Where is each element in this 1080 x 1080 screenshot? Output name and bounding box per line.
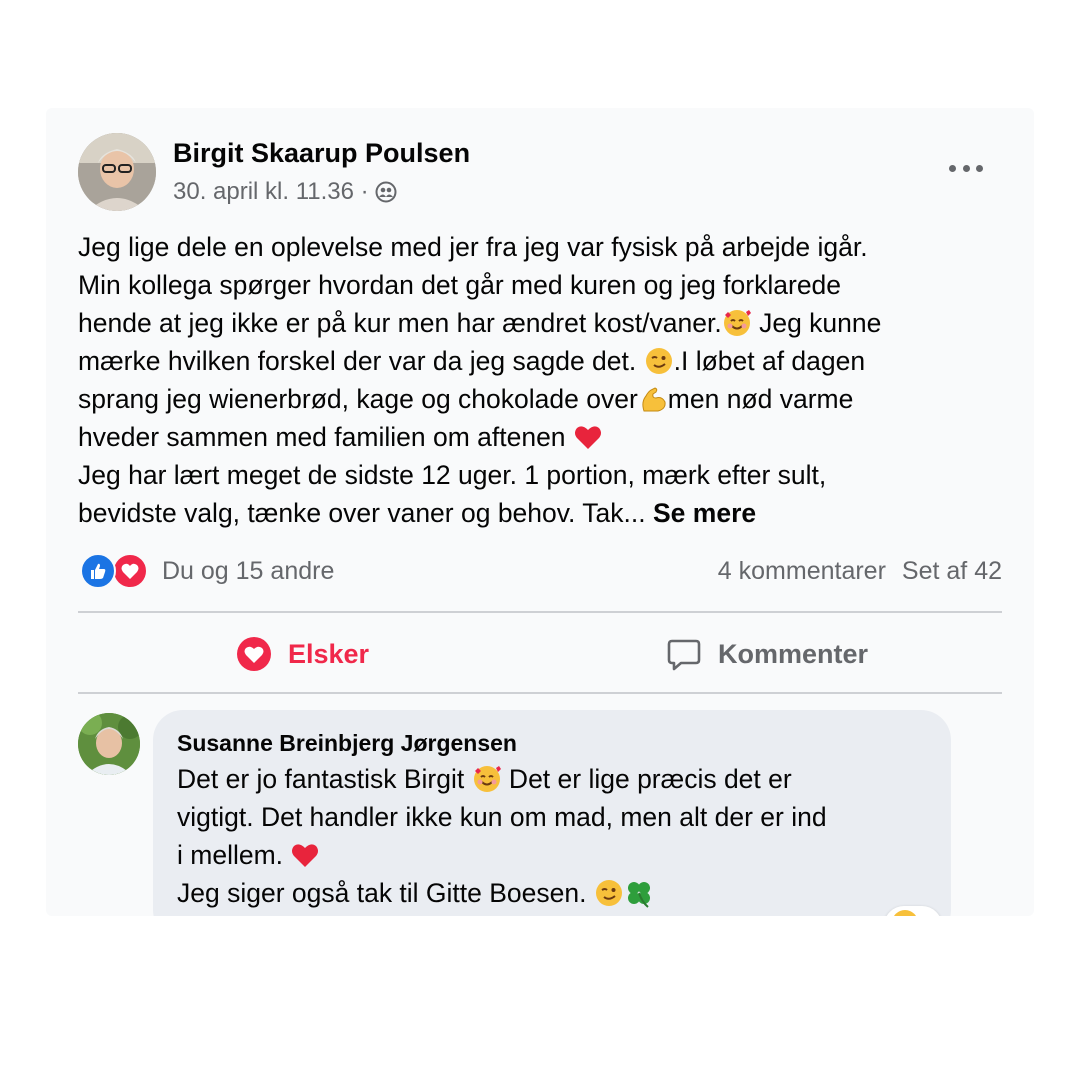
commenter-name[interactable]: Susanne Breinbjerg Jørgensen (177, 730, 517, 757)
post-text: bevidste valg, tænke over vaner og behov… (78, 498, 653, 528)
comment-text: Det er jo fantastisk Birgit Det er lige … (177, 760, 937, 912)
comment-line: vigtigt. Det handler ikke kun om mad, me… (177, 802, 827, 832)
post-line: Jeg har lært meget de sidste 12 uger. 1 … (78, 460, 827, 490)
comment-button[interactable]: Kommenter (666, 632, 868, 676)
comment-line: i mellem. (177, 836, 937, 874)
post-text: hende at jeg ikke er på kur men har ændr… (78, 308, 722, 338)
flexed-biceps-emoji-icon (642, 387, 666, 412)
post-line: mærke hvilken forskel der var da jeg sag… (78, 342, 1018, 380)
reaction-emoji-icon (892, 910, 918, 916)
dot-icon (962, 164, 970, 172)
comment-text-part: i mellem. (177, 840, 291, 870)
reaction-summary[interactable]: Du og 15 andre (80, 553, 334, 589)
post-text: hveder sammen med familien om aftenen (78, 422, 573, 452)
more-options-button[interactable] (944, 158, 988, 178)
four-leaf-clover-emoji-icon (627, 882, 650, 908)
love-icon (237, 637, 271, 671)
post-line: bevidste valg, tænke over vaner og behov… (78, 494, 1018, 532)
smiling-hearts-emoji-icon (473, 766, 501, 792)
comment-icon (667, 639, 701, 671)
post-line: Jeg lige dele en oplevelse med jer fra j… (78, 232, 868, 262)
friends-icon (375, 181, 397, 203)
comment-text-part: Jeg siger også tak til Gitte Boesen. (177, 878, 594, 908)
commenter-avatar[interactable] (78, 713, 140, 775)
love-button-label: Elsker (288, 638, 370, 669)
winking-face-emoji-icon (645, 348, 672, 374)
red-heart-emoji-icon (574, 426, 601, 449)
post-line: sprang jeg wienerbrød, kage og chokolade… (78, 380, 1018, 418)
post-meta: 30. april kl. 11.36 · (173, 178, 397, 206)
post-body: Jeg lige dele en oplevelse med jer fra j… (78, 228, 1018, 532)
comment-text-part: Det er jo fantastisk Birgit (177, 764, 472, 794)
see-more-link[interactable]: Se mere (653, 498, 756, 528)
love-reaction-icon (112, 553, 148, 589)
comment-line: Jeg siger også tak til Gitte Boesen. (177, 874, 937, 912)
comment-text-part: Det er lige præcis det er (501, 764, 792, 794)
reactions-text: Du og 15 andre (162, 556, 335, 585)
post-text: mærke hvilken forskel der var da jeg sag… (78, 346, 644, 376)
post-line: hveder sammen med familien om aftenen (78, 418, 1018, 456)
divider (78, 611, 1002, 613)
smiling-hearts-emoji-icon (723, 310, 751, 336)
comment-button-label: Kommenter (718, 638, 869, 669)
post-text: men nød varme (667, 384, 854, 414)
author-avatar[interactable] (78, 133, 156, 211)
post-text: Jeg kunne (751, 308, 882, 338)
winking-face-emoji-icon (595, 880, 622, 906)
comment-bubble: Susanne Breinbjerg Jørgensen Det er jo f… (153, 710, 951, 916)
dot-icon (949, 164, 956, 172)
post-line: hende at jeg ikke er på kur men har ændr… (78, 304, 1018, 342)
post-text: sprang jeg wienerbrød, kage og chokolade… (78, 384, 638, 414)
comments-count[interactable]: 4 kommentarer (718, 557, 886, 586)
post-timestamp[interactable]: 30. april kl. 11.36 · (173, 178, 369, 206)
seen-count[interactable]: Set af 42 (902, 557, 1002, 586)
dot-icon (976, 164, 983, 172)
post-stats: 4 kommentarer Set af 42 (718, 557, 1002, 586)
red-heart-emoji-icon (292, 844, 319, 867)
divider (78, 692, 1002, 694)
post-line: Min kollega spørger hvordan det går med … (78, 270, 842, 300)
post-text: .I løbet af dagen (673, 346, 866, 376)
comment-line: Det er jo fantastisk Birgit Det er lige … (177, 760, 937, 798)
author-name[interactable]: Birgit Skaarup Poulsen (173, 138, 470, 169)
love-button[interactable]: Elsker (236, 632, 369, 676)
like-reaction-icon (80, 553, 116, 589)
post-card: Birgit Skaarup Poulsen 30. april kl. 11.… (46, 108, 1034, 916)
